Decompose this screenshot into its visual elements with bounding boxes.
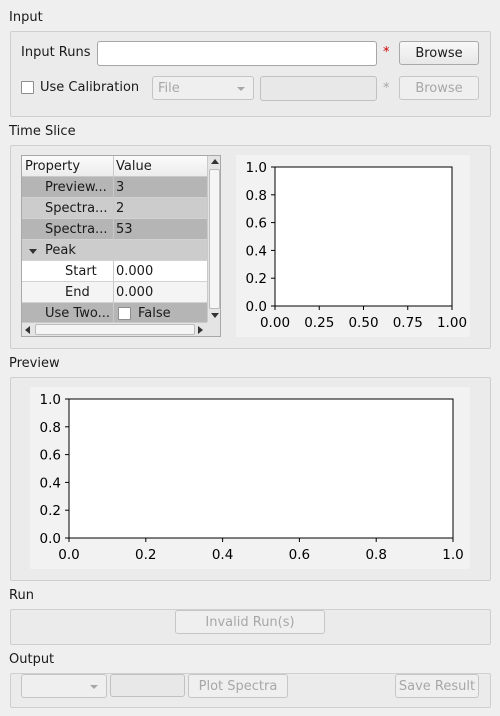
input-runs-browse-button[interactable]: Browse (399, 41, 479, 65)
property-name: End (65, 285, 90, 300)
y-tick-label: 0.4 (246, 243, 267, 259)
plot-spectra-button[interactable]: Plot Spectra (188, 674, 288, 698)
table-row[interactable]: Spectra... 2 (22, 198, 207, 219)
x-tick-label: 1.0 (442, 547, 463, 563)
calibration-file-field[interactable] (260, 76, 377, 101)
property-name: Preview... (45, 180, 107, 195)
output-workspace-combo[interactable] (21, 674, 107, 698)
property-value[interactable]: 0.000 (116, 285, 153, 300)
calibration-type-combo[interactable]: File (152, 76, 254, 100)
x-tick-label: 1.00 (437, 315, 467, 331)
time-slice-x-ticks: 0.00 0.25 0.50 0.75 1.00 (260, 306, 467, 331)
calibration-required-marker: * (383, 81, 390, 96)
calibration-browse-button[interactable]: Browse (399, 76, 479, 100)
table-row[interactable]: Use Two... False (22, 303, 207, 324)
chevron-down-icon (237, 87, 245, 91)
preview-plot: 0.0 0.2 0.4 0.6 0.8 1.0 0.0 0.2 0.4 0.6 … (30, 387, 470, 569)
scroll-right-icon[interactable] (198, 326, 203, 334)
property-name: Spectra... (45, 222, 108, 237)
input-section-title: Input (9, 10, 43, 25)
property-table-header: Property Value (22, 156, 207, 177)
save-result-button[interactable]: Save Result (395, 674, 479, 698)
property-value[interactable]: 0.000 (116, 264, 153, 279)
scroll-up-icon[interactable] (211, 159, 219, 164)
property-table[interactable]: Property Value Preview... 3 Spectra... 2… (21, 155, 221, 337)
scroll-down-icon[interactable] (211, 313, 219, 318)
property-value: 3 (116, 180, 125, 195)
table-row[interactable]: Start 0.000 (22, 261, 207, 282)
x-tick-label: 0.8 (365, 547, 386, 563)
x-tick-label: 0.4 (212, 547, 233, 563)
scroll-left-icon[interactable] (25, 326, 30, 334)
y-tick-label: 0.8 (40, 420, 61, 436)
output-section-title: Output (9, 652, 55, 667)
y-tick-label: 1.0 (40, 392, 61, 408)
preview-section-title: Preview (9, 356, 60, 371)
y-tick-label: 0.2 (40, 503, 61, 519)
table-row[interactable]: End 0.000 (22, 282, 207, 303)
chevron-down-icon (90, 685, 98, 689)
vertical-scrollbar[interactable] (207, 156, 220, 322)
x-tick-label: 0.00 (260, 315, 290, 331)
time-slice-plot: 0.00 0.25 0.50 0.75 1.00 0.0 0.2 0.4 0.6… (236, 155, 470, 337)
y-tick-label: 0.2 (246, 271, 267, 287)
x-tick-label: 0.50 (348, 315, 378, 331)
preview-x-ticks: 0.0 0.2 0.4 0.6 0.8 1.0 (58, 538, 464, 563)
time-slice-plot-axes (274, 166, 453, 307)
preview-plot-svg: 0.0 0.2 0.4 0.6 0.8 1.0 0.0 0.2 0.4 0.6 … (40, 392, 464, 563)
scrollbar-thumb[interactable] (35, 324, 195, 335)
input-runs-required-marker: * (383, 45, 390, 60)
use-calibration-label: Use Calibration (40, 80, 140, 95)
preview-y-ticks: 0.0 0.2 0.4 0.6 0.8 1.0 (40, 392, 69, 547)
table-row-group[interactable]: Peak (22, 240, 207, 261)
property-name: Use Two... (45, 306, 110, 321)
output-field[interactable] (110, 674, 185, 697)
y-tick-label: 0.6 (246, 216, 267, 232)
y-tick-label: 0.6 (40, 448, 61, 464)
use-two-checkbox[interactable] (118, 307, 131, 320)
property-value: 53 (116, 222, 133, 237)
y-tick-label: 0.8 (246, 188, 267, 204)
horizontal-scrollbar[interactable] (22, 322, 207, 336)
time-slice-plot-svg: 0.00 0.25 0.50 0.75 1.00 0.0 0.2 0.4 0.6… (246, 160, 468, 331)
table-row[interactable]: Preview... 3 (22, 177, 207, 198)
y-tick-label: 0.0 (246, 299, 267, 315)
run-button[interactable]: Invalid Run(s) (175, 610, 325, 634)
time-slice-y-ticks: 0.0 0.2 0.4 0.6 0.8 1.0 (246, 160, 275, 315)
property-value: 2 (116, 201, 125, 216)
property-value: False (138, 306, 171, 321)
y-tick-label: 0.4 (40, 475, 61, 491)
x-tick-label: 0.25 (304, 315, 334, 331)
property-name: Spectra... (45, 201, 108, 216)
time-slice-section-title: Time Slice (9, 124, 76, 139)
collapse-arrow-icon[interactable] (29, 249, 37, 254)
use-calibration-checkbox[interactable] (21, 81, 34, 94)
group-name: Peak (45, 243, 76, 258)
x-tick-label: 0.2 (135, 547, 156, 563)
x-tick-label: 0.75 (393, 315, 423, 331)
scrollbar-thumb[interactable] (209, 169, 220, 309)
property-name: Start (65, 264, 97, 279)
property-column-header[interactable]: Property (25, 159, 80, 174)
x-tick-label: 0.6 (289, 547, 310, 563)
input-runs-label: Input Runs (21, 45, 91, 60)
y-tick-label: 1.0 (246, 160, 267, 176)
calibration-type-value: File (158, 80, 180, 96)
y-tick-label: 0.0 (40, 531, 61, 547)
input-runs-field[interactable] (97, 41, 377, 66)
value-column-header[interactable]: Value (116, 159, 152, 174)
run-section-title: Run (9, 588, 34, 603)
preview-plot-axes (68, 398, 454, 539)
table-row[interactable]: Spectra... 53 (22, 219, 207, 240)
x-tick-label: 0.0 (58, 547, 79, 563)
